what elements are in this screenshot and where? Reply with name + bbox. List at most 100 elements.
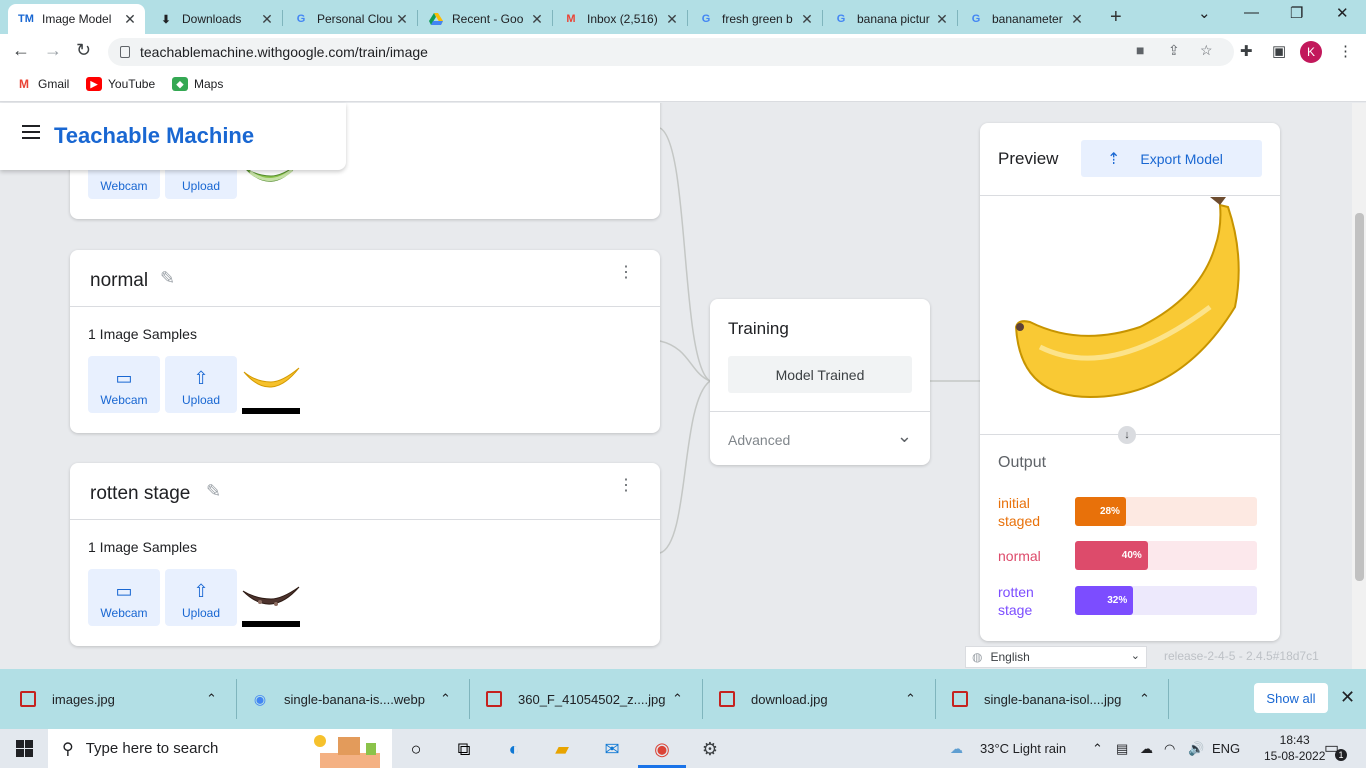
edit-pencil-icon[interactable]: ✎ <box>160 268 175 289</box>
tab-bananameter[interactable]: G bananameter ✕ <box>958 4 1092 34</box>
hamburger-menu-icon[interactable] <box>22 125 40 143</box>
tab-title: Inbox (2,516) <box>587 12 658 26</box>
window-close-icon[interactable]: ✕ <box>1336 4 1349 22</box>
settings-gear-icon[interactable]: ⚙ <box>698 737 722 761</box>
bookmark-gmail[interactable]: M Gmail <box>16 77 69 91</box>
tab-recent-drive[interactable]: Recent - Goo ✕ <box>418 4 552 34</box>
class-header: rotten stage ✎ ⋮ <box>70 463 660 520</box>
chevron-up-icon[interactable]: ⌃ <box>1139 691 1150 707</box>
download-item[interactable]: download.jpg <box>719 669 828 729</box>
tab-title: Personal Clou <box>317 12 393 26</box>
tab-downloads[interactable]: ⬇ Downloads ✕ <box>148 4 282 34</box>
file-explorer-icon[interactable]: ▰ <box>550 737 574 761</box>
new-tab-button[interactable]: + <box>1110 6 1122 29</box>
tab-fresh-green[interactable]: G fresh green b ✕ <box>688 4 822 34</box>
volume-icon[interactable]: 🔊 <box>1188 741 1204 757</box>
mail-icon[interactable]: ✉ <box>600 737 624 761</box>
close-icon[interactable]: ✕ <box>393 11 411 28</box>
chevron-up-icon[interactable]: ⌃ <box>206 691 217 707</box>
forward-icon[interactable]: → <box>44 40 62 61</box>
tab-banana-picture[interactable]: G banana pictur ✕ <box>823 4 957 34</box>
tab-personal-cloud[interactable]: G Personal Clou ✕ <box>283 4 417 34</box>
webcam-button[interactable]: ▭ Webcam <box>88 569 160 626</box>
model-trained-button[interactable]: Model Trained <box>728 356 912 393</box>
brand-title[interactable]: Teachable Machine <box>54 123 254 149</box>
download-item[interactable]: images.jpg <box>20 669 115 729</box>
menu-dots-icon[interactable]: ⋮ <box>1338 42 1353 60</box>
chevron-up-icon[interactable]: ⌃ <box>672 691 683 707</box>
camera-blocked-icon[interactable]: ■ <box>1136 42 1144 58</box>
teachable-machine-icon: TM <box>18 13 34 25</box>
minimize-icon[interactable]: — <box>1244 4 1259 21</box>
close-icon[interactable]: ✕ <box>798 11 816 28</box>
close-icon[interactable]: ✕ <box>933 11 951 28</box>
address-bar[interactable]: teachablemachine.withgoogle.com/train/im… <box>108 38 1234 66</box>
tab-title: Downloads <box>182 12 242 26</box>
browser-toolbar: ← → ↻ teachablemachine.withgoogle.com/tr… <box>0 34 1366 70</box>
close-icon[interactable]: ✕ <box>1340 687 1355 708</box>
advanced-toggle[interactable]: Advanced ⌄ <box>710 411 930 465</box>
preview-title: Preview <box>998 149 1059 168</box>
upload-button[interactable]: ⇧ Upload <box>165 356 237 413</box>
close-icon[interactable]: ✕ <box>528 11 546 28</box>
export-model-button[interactable]: ⇡ Export Model <box>1081 140 1262 177</box>
restore-icon[interactable]: ❐ <box>1290 4 1303 22</box>
language-indicator[interactable]: ENG <box>1212 741 1240 756</box>
sample-thumbnail-yellow-banana[interactable] <box>242 356 300 414</box>
tab-image-model[interactable]: TM Image Model ✕ <box>8 4 145 34</box>
chevron-up-icon[interactable]: ⌃ <box>440 691 451 707</box>
profile-avatar[interactable]: K <box>1300 41 1322 63</box>
bookmark-youtube[interactable]: ▶ YouTube <box>86 77 155 91</box>
webcam-button[interactable]: ▭ Webcam <box>88 356 160 413</box>
close-icon[interactable]: ✕ <box>663 11 681 28</box>
arrow-down-icon[interactable]: ↓ <box>1118 426 1136 444</box>
upload-icon: ⇧ <box>193 581 209 601</box>
bookmark-star-icon[interactable]: ☆ <box>1200 42 1213 59</box>
reload-icon[interactable]: ↻ <box>76 40 91 61</box>
side-panel-icon[interactable]: ▣ <box>1272 42 1286 60</box>
download-item[interactable]: 360_F_41054502_z....jpg <box>486 669 665 729</box>
bookmark-maps[interactable]: ◆ Maps <box>172 77 223 91</box>
clock[interactable]: 18:43 15-08-2022 <box>1264 732 1325 764</box>
google-icon: G <box>836 13 846 25</box>
chevron-up-icon[interactable]: ⌃ <box>1092 741 1103 757</box>
chrome-icon[interactable]: ◉ <box>650 737 674 761</box>
meet-now-icon[interactable]: ▤ <box>1116 741 1128 757</box>
show-all-button[interactable]: Show all <box>1254 683 1328 713</box>
upload-button[interactable]: ⇧ Upload <box>165 569 237 626</box>
onedrive-icon[interactable]: ☁ <box>1140 741 1153 757</box>
close-icon[interactable]: ✕ <box>258 11 276 28</box>
bookmark-label: Gmail <box>38 77 70 91</box>
task-view-icon[interactable]: ⧉ <box>452 737 476 761</box>
network-icon[interactable]: ◠ <box>1164 741 1175 757</box>
back-icon[interactable]: ← <box>12 40 30 61</box>
output-row-normal: normal 40% <box>998 541 1258 571</box>
output-label: normal <box>998 548 1041 564</box>
weather-icon[interactable]: ☁ <box>950 741 963 757</box>
class-name[interactable]: normal <box>90 270 148 292</box>
language-select[interactable]: ◍ English ⌄ <box>965 646 1147 668</box>
windows-start-icon[interactable] <box>16 740 33 757</box>
close-icon[interactable]: ✕ <box>1068 11 1086 28</box>
scrollbar-thumb[interactable] <box>1355 213 1364 581</box>
tab-search-icon[interactable]: ⌄ <box>1198 4 1211 22</box>
chevron-down-icon: ⌄ <box>1130 650 1140 662</box>
extensions-icon[interactable]: ✚ <box>1240 42 1253 60</box>
cortana-icon[interactable]: ○ <box>404 737 428 761</box>
download-item[interactable]: ◉ single-banana-is....webp <box>252 669 425 729</box>
page-scrollbar[interactable] <box>1352 103 1366 669</box>
tab-inbox[interactable]: M Inbox (2,516) ✕ <box>553 4 687 34</box>
edge-icon[interactable]: ◐ <box>502 737 526 761</box>
edit-pencil-icon[interactable]: ✎ <box>206 481 221 502</box>
weather-text[interactable]: 33°C Light rain <box>980 741 1066 756</box>
download-item[interactable]: single-banana-isol....jpg <box>952 669 1121 729</box>
more-options-icon[interactable]: ⋮ <box>618 265 634 281</box>
more-options-icon[interactable]: ⋮ <box>618 478 634 494</box>
chevron-up-icon[interactable]: ⌃ <box>905 691 916 707</box>
class-name[interactable]: rotten stage <box>90 483 190 505</box>
taskbar-search[interactable]: ⚲ Type here to search <box>48 729 392 768</box>
confidence-fill: 28% <box>1075 497 1126 526</box>
close-icon[interactable]: ✕ <box>121 11 139 28</box>
sample-thumbnail-rotten-banana[interactable] <box>242 569 300 627</box>
share-icon[interactable]: ⇪ <box>1168 42 1180 59</box>
